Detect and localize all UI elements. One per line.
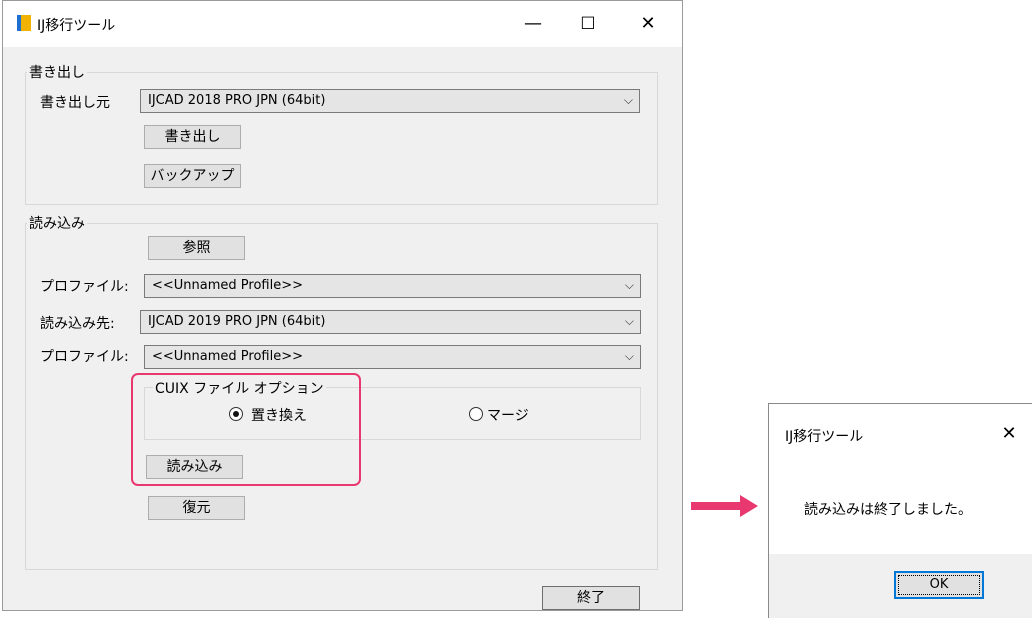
import-target-label: 読み込み先: — [40, 316, 115, 332]
profile-combo-2[interactable]: <<Unnamed Profile>> ⌵ — [144, 345, 641, 369]
arrow-head-icon — [740, 495, 758, 517]
profile-label-1: プロファイル: — [40, 279, 129, 295]
profile-value-2: <<Unnamed Profile>> — [152, 349, 303, 364]
maximize-button[interactable]: ☐ — [565, 1, 611, 47]
radio-unselected-icon — [469, 407, 483, 421]
backup-button[interactable]: バックアップ — [144, 164, 241, 188]
chevron-down-icon: ⌵ — [624, 314, 634, 328]
title-bar[interactable]: IJ移行ツール — ☐ ✕ — [3, 1, 682, 47]
dialog-message: 読み込みは終了しました。 — [804, 502, 972, 518]
profile-value-1: <<Unnamed Profile>> — [152, 278, 303, 293]
window-title: IJ移行ツール — [37, 18, 116, 34]
radio-merge[interactable]: マージ — [469, 405, 559, 425]
profile-combo-1[interactable]: <<Unnamed Profile>> ⌵ — [144, 274, 641, 298]
restore-button[interactable]: 復元 — [148, 496, 245, 520]
import-target-value: IJCAD 2019 PRO JPN (64bit) — [148, 314, 326, 329]
radio-merge-label: マージ — [487, 408, 529, 424]
migration-tool-window: IJ移行ツール — ☐ ✕ 書き出し 書き出し元 IJCAD 2018 PRO … — [2, 0, 683, 611]
export-group-legend: 書き出し — [27, 62, 87, 82]
exit-button[interactable]: 終了 — [542, 586, 640, 610]
export-source-value: IJCAD 2018 PRO JPN (64bit) — [148, 93, 326, 108]
completion-dialog: IJ移行ツール ✕ 読み込みは終了しました。 OK — [768, 403, 1032, 618]
ok-button[interactable]: OK — [894, 571, 984, 599]
minimize-button[interactable]: — — [510, 1, 556, 47]
export-source-combo[interactable]: IJCAD 2018 PRO JPN (64bit) ⌵ — [140, 89, 640, 113]
dialog-close-button[interactable]: ✕ — [989, 419, 1029, 449]
dialog-title: IJ移行ツール — [785, 429, 864, 445]
app-icon — [17, 15, 31, 31]
profile-label-2: プロファイル: — [40, 349, 129, 365]
highlight-box — [131, 373, 361, 486]
arrow-right-icon — [691, 502, 741, 510]
import-group-legend: 読み込み — [27, 213, 87, 233]
chevron-down-icon: ⌵ — [624, 278, 634, 292]
export-button[interactable]: 書き出し — [144, 125, 241, 149]
focus-rect — [898, 575, 980, 595]
browse-button[interactable]: 参照 — [148, 236, 245, 260]
chevron-down-icon: ⌵ — [623, 93, 633, 107]
import-target-combo[interactable]: IJCAD 2019 PRO JPN (64bit) ⌵ — [140, 310, 641, 334]
close-button[interactable]: ✕ — [625, 1, 671, 47]
export-source-label: 書き出し元 — [40, 95, 110, 111]
chevron-down-icon: ⌵ — [624, 349, 634, 363]
